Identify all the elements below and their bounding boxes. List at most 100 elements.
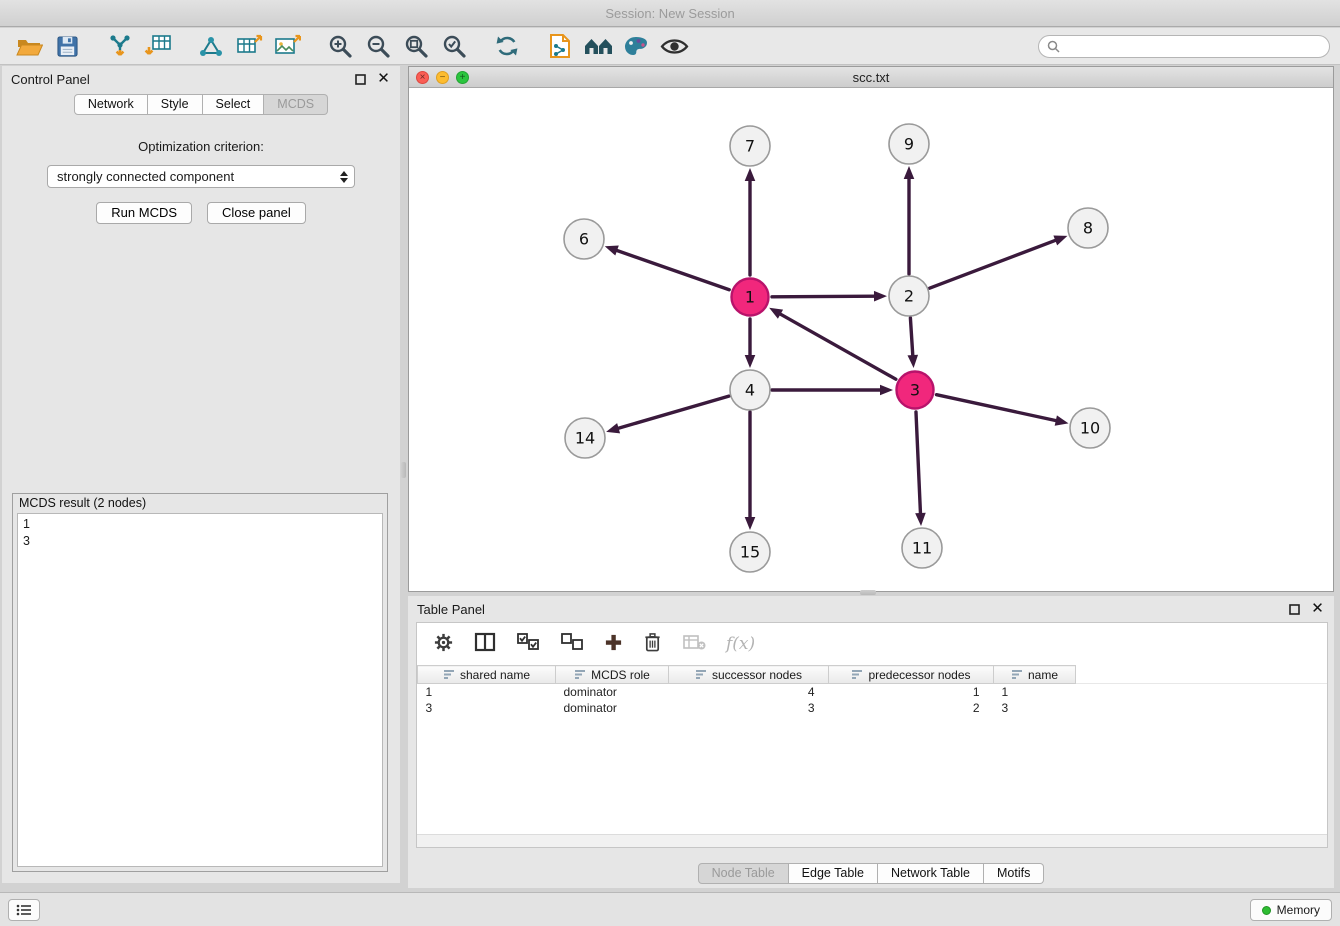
column-header-predecessor-nodes[interactable]: predecessor nodes xyxy=(829,666,994,684)
node-14[interactable]: 14 xyxy=(565,418,605,458)
edge-2-3[interactable] xyxy=(910,318,912,357)
memory-button[interactable]: Memory xyxy=(1250,899,1332,921)
tab-edge-table[interactable]: Edge Table xyxy=(789,863,878,884)
mcds-result-list[interactable]: 13 xyxy=(17,513,383,867)
table-cell[interactable]: 3 xyxy=(669,700,829,716)
node-9[interactable]: 9 xyxy=(889,124,929,164)
horizontal-splitter-handle[interactable] xyxy=(860,590,876,595)
node-3[interactable]: 3 xyxy=(897,372,934,409)
node-label: 4 xyxy=(745,381,755,400)
export-table-button[interactable] xyxy=(230,31,268,62)
table-cell[interactable]: 1 xyxy=(994,684,1076,700)
network-canvas[interactable]: 7 9 6 8 1 2 4 3 14 10 15 11 xyxy=(409,88,1333,591)
table-cell[interactable]: 1 xyxy=(829,684,994,700)
table-cell[interactable]: 3 xyxy=(994,700,1076,716)
show-log-button[interactable] xyxy=(8,899,40,921)
zoom-fit-button[interactable] xyxy=(397,31,435,62)
vertical-splitter-handle[interactable] xyxy=(401,462,406,478)
import-table-file-button[interactable] xyxy=(139,31,177,62)
column-header-name[interactable]: name xyxy=(994,666,1076,684)
save-session-button[interactable] xyxy=(48,31,86,62)
zoom-selected-button[interactable] xyxy=(435,31,473,62)
show-hide-button[interactable] xyxy=(655,31,693,62)
edge-arrowhead xyxy=(745,517,756,530)
criterion-dropdown[interactable]: strongly connected component xyxy=(47,165,355,188)
window-titlebar[interactable]: Session: New Session xyxy=(0,0,1340,27)
table-horizontal-scrollbar[interactable] xyxy=(417,834,1327,847)
column-header-successor-nodes[interactable]: successor nodes xyxy=(669,666,829,684)
network-graph[interactable]: 7 9 6 8 1 2 4 3 14 10 15 11 xyxy=(409,88,1333,591)
control-panel-tabs: Network Style Select MCDS xyxy=(2,94,400,115)
node-2[interactable]: 2 xyxy=(889,276,929,316)
table-cell[interactable]: 1 xyxy=(418,684,556,700)
edge-3-10[interactable] xyxy=(936,395,1057,421)
zoom-out-button[interactable] xyxy=(359,31,397,62)
run-mcds-button[interactable]: Run MCDS xyxy=(96,202,192,224)
tab-network-table[interactable]: Network Table xyxy=(878,863,984,884)
select-all-button[interactable] xyxy=(516,632,540,655)
tab-mcds[interactable]: MCDS xyxy=(264,94,328,115)
export-image-icon xyxy=(273,33,301,59)
close-window-icon[interactable]: × xyxy=(416,71,429,84)
tab-node-table[interactable]: Node Table xyxy=(698,863,789,884)
close-panel-button[interactable]: Close panel xyxy=(207,202,306,224)
optimization-criterion-label: Optimization criterion: xyxy=(2,139,400,154)
node-11[interactable]: 11 xyxy=(902,528,942,568)
node-4[interactable]: 4 xyxy=(730,370,770,410)
tab-motifs[interactable]: Motifs xyxy=(984,863,1044,884)
table-cell[interactable]: dominator xyxy=(556,700,669,716)
node-15[interactable]: 15 xyxy=(730,532,770,572)
network-window-titlebar[interactable]: × − + scc.txt xyxy=(409,67,1333,88)
edge-1-2[interactable] xyxy=(772,296,876,297)
add-column-button[interactable] xyxy=(604,633,623,655)
zoom-in-button[interactable] xyxy=(321,31,359,62)
mcds-result-box: MCDS result (2 nodes) 13 xyxy=(12,493,388,872)
delete-row-button[interactable] xyxy=(643,631,662,656)
search-input[interactable] xyxy=(1065,39,1321,54)
search-field[interactable] xyxy=(1038,35,1330,58)
close-table-panel-icon[interactable]: ✕ xyxy=(1310,602,1325,617)
column-header-shared-name[interactable]: shared name xyxy=(418,666,556,684)
table-row[interactable]: 1dominator411 xyxy=(418,684,1328,700)
minimize-window-icon[interactable]: − xyxy=(436,71,449,84)
tab-select[interactable]: Select xyxy=(203,94,265,115)
node-6[interactable]: 6 xyxy=(564,219,604,259)
float-panel-icon[interactable] xyxy=(353,72,368,87)
show-columns-button[interactable] xyxy=(474,632,496,655)
table-cell[interactable]: 4 xyxy=(669,684,829,700)
edge-4-14[interactable] xyxy=(617,396,729,429)
node-1[interactable]: 1 xyxy=(732,279,769,316)
edge-1-6[interactable] xyxy=(615,250,729,290)
table-cell[interactable]: dominator xyxy=(556,684,669,700)
node-7[interactable]: 7 xyxy=(730,126,770,166)
node-label: 3 xyxy=(910,381,920,400)
open-session-button[interactable] xyxy=(10,31,48,62)
deselect-all-button[interactable] xyxy=(560,632,584,655)
delete-column-button[interactable] xyxy=(682,633,706,654)
table-row[interactable]: 3dominator323 xyxy=(418,700,1328,716)
table-panel-tabs: Node Table Edge Table Network Table Moti… xyxy=(408,863,1334,884)
table-cell[interactable]: 3 xyxy=(418,700,556,716)
close-panel-icon[interactable]: ✕ xyxy=(376,72,391,87)
table-settings-button[interactable] xyxy=(433,632,454,656)
export-image-button[interactable] xyxy=(268,31,306,62)
table-cell[interactable]: 2 xyxy=(829,700,994,716)
column-header-mcds-role[interactable]: MCDS role xyxy=(556,666,669,684)
document-share-button[interactable] xyxy=(541,31,579,62)
import-network-file-button[interactable] xyxy=(101,31,139,62)
export-network-button[interactable] xyxy=(192,31,230,62)
node-10[interactable]: 10 xyxy=(1070,408,1110,448)
refresh-button[interactable] xyxy=(488,31,526,62)
node-8[interactable]: 8 xyxy=(1068,208,1108,248)
function-builder-button[interactable]: f(x) xyxy=(726,634,755,654)
edge-3-1[interactable] xyxy=(779,313,896,379)
control-panel-title: Control Panel xyxy=(11,72,90,87)
tab-network[interactable]: Network xyxy=(74,94,148,115)
edge-2-8[interactable] xyxy=(930,240,1058,288)
maximize-window-icon[interactable]: + xyxy=(456,71,469,84)
float-table-panel-icon[interactable] xyxy=(1287,602,1302,617)
style-button[interactable] xyxy=(617,31,655,62)
edge-3-11[interactable] xyxy=(916,412,921,515)
tab-style[interactable]: Style xyxy=(148,94,203,115)
home-button[interactable] xyxy=(579,31,617,62)
